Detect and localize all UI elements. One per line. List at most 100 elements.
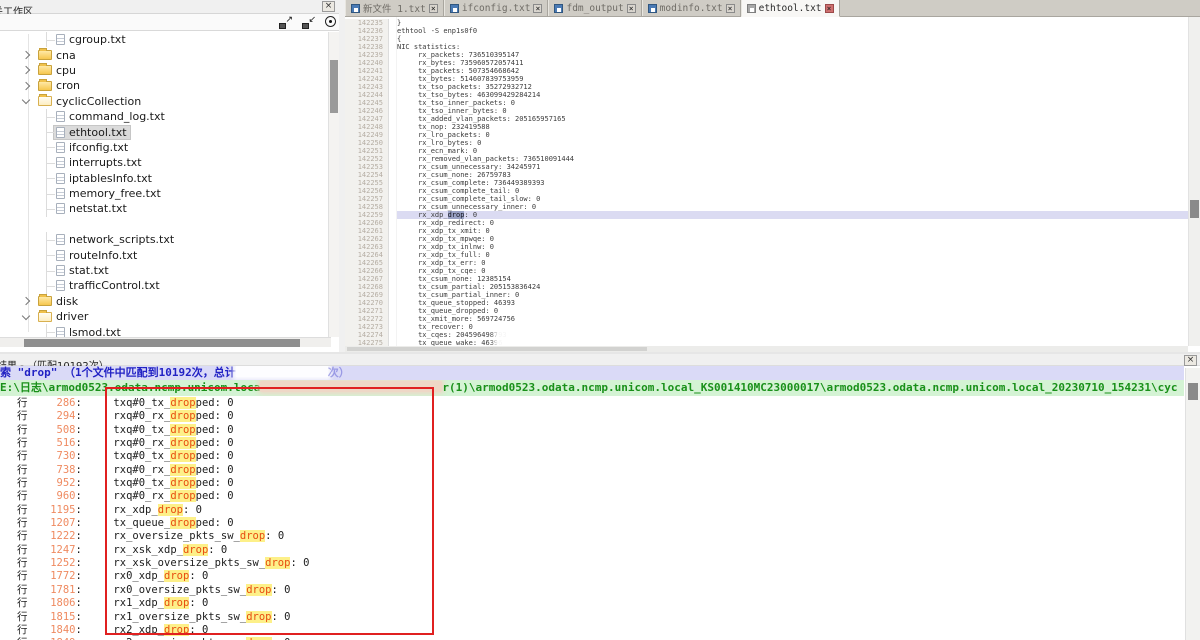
tab-ifconfig.txt[interactable]: ifconfig.txt× bbox=[444, 0, 549, 16]
code-area[interactable]: }ethtool -S enp1s0f0{NIC statistics: rx_… bbox=[397, 19, 1188, 346]
code-line: tx_csum_partial: 205153836424 bbox=[397, 283, 1188, 291]
results-vertical-scrollbar-thumb[interactable] bbox=[1188, 383, 1198, 400]
tree-vertical-scrollbar[interactable] bbox=[328, 32, 339, 337]
expand-all-icon[interactable]: ↗ bbox=[279, 16, 293, 29]
tree-item-interrupts.txt[interactable]: interrupts.txt bbox=[0, 155, 331, 170]
line-number: 142235 bbox=[345, 19, 383, 27]
code-line: rx_csum_none: 26759783 bbox=[397, 171, 1188, 179]
code-line: NIC statistics: bbox=[397, 43, 1188, 51]
tree-item-label: cna bbox=[56, 49, 76, 62]
code-line: rx_lro_bytes: 0 bbox=[397, 139, 1188, 147]
code-line: tx_xmit_more: 569724756 bbox=[397, 315, 1188, 323]
line-number: 142239 bbox=[345, 51, 383, 59]
row-line-number: 1207 bbox=[28, 517, 76, 530]
line-number: 142246 bbox=[345, 107, 383, 115]
tree-item-cron[interactable]: cron bbox=[0, 78, 331, 93]
tree-item-disk[interactable]: disk bbox=[0, 294, 331, 309]
tree-item-iptablesInfo.txt[interactable]: iptablesInfo.txt bbox=[0, 171, 331, 186]
tree-item-network_scripts.txt[interactable]: network_scripts.txt bbox=[0, 232, 331, 247]
tab-ethtool.txt[interactable]: ethtool.txt× bbox=[741, 0, 840, 17]
tree-item-cgroup.txt[interactable]: cgroup.txt bbox=[0, 32, 331, 47]
tab-close-icon[interactable]: × bbox=[533, 4, 542, 13]
tree-item-cna[interactable]: cna bbox=[0, 47, 331, 62]
line-number: 142258 bbox=[345, 203, 383, 211]
tree-item-content: cna bbox=[36, 49, 79, 62]
row-label: 行 bbox=[17, 410, 28, 423]
tree-item-cpu[interactable]: cpu bbox=[0, 63, 331, 78]
workspace-titlebar: 关工作区 × bbox=[0, 0, 339, 14]
chevron-down-icon[interactable] bbox=[22, 96, 30, 104]
code-line: tx_tso_inner_bytes: 0 bbox=[397, 107, 1188, 115]
chevron-right-icon[interactable] bbox=[22, 297, 30, 305]
tree-item-content: driver bbox=[36, 310, 91, 323]
line-number: 142248 bbox=[345, 123, 383, 131]
workspace-close-button[interactable]: × bbox=[322, 1, 335, 12]
editor[interactable]: 1422351422361422371422381422391422401422… bbox=[345, 17, 1188, 346]
tab-close-icon[interactable]: × bbox=[627, 4, 636, 13]
row-line-number: 1815 bbox=[28, 611, 76, 624]
tab-close-icon[interactable]: × bbox=[429, 4, 438, 13]
file-icon bbox=[56, 234, 65, 245]
editor-vertical-scrollbar-thumb[interactable] bbox=[1190, 200, 1199, 218]
tree-item-routeInfo.txt[interactable]: routeInfo.txt bbox=[0, 247, 331, 262]
tree-item-command_log.txt[interactable]: command_log.txt bbox=[0, 109, 331, 124]
tab-close-icon[interactable]: × bbox=[726, 4, 735, 13]
chevron-right-icon[interactable] bbox=[22, 82, 30, 90]
results-vertical-scrollbar[interactable] bbox=[1185, 368, 1200, 640]
chevron-right-icon[interactable] bbox=[22, 51, 30, 59]
code-line: rx_csum_complete: 736449389393 bbox=[397, 179, 1188, 187]
tree-horizontal-scrollbar[interactable] bbox=[0, 337, 331, 347]
tree-horizontal-scrollbar-thumb[interactable] bbox=[24, 339, 300, 347]
tree-item-driver[interactable]: driver bbox=[0, 309, 331, 324]
code-line: tx_queue_stopped: 46393 bbox=[397, 299, 1188, 307]
collapse-all-arrow: ↙ bbox=[308, 15, 316, 25]
tree-item-label: iptablesInfo.txt bbox=[69, 172, 152, 185]
tree-item-netstat.txt[interactable]: netstat.txt bbox=[0, 201, 331, 216]
tree-item-stat.txt[interactable]: stat.txt bbox=[0, 263, 331, 278]
line-number: 142253 bbox=[345, 163, 383, 171]
tree-item-cyclicCollection[interactable]: cyclicCollection bbox=[0, 94, 331, 109]
tree-item-lsmod.txt[interactable]: lsmod.txt bbox=[0, 324, 331, 337]
tree-item-ifconfig.txt[interactable]: ifconfig.txt bbox=[0, 140, 331, 155]
change-marker-column bbox=[390, 17, 397, 346]
line-number: 142247 bbox=[345, 115, 383, 123]
editor-horizontal-scrollbar-thumb[interactable] bbox=[347, 347, 647, 351]
row-line-number: 1222 bbox=[28, 530, 76, 543]
line-number: 142273 bbox=[345, 323, 383, 331]
tab-新文件 1.txt[interactable]: 新文件 1.txt× bbox=[345, 0, 444, 16]
line-number: 142254 bbox=[345, 171, 383, 179]
tree-redacted-gap bbox=[0, 217, 331, 232]
tab-fdm_output[interactable]: fdm_output× bbox=[548, 0, 641, 16]
line-number: 142249 bbox=[345, 131, 383, 139]
save-icon bbox=[648, 4, 657, 13]
editor-vertical-scrollbar[interactable] bbox=[1188, 17, 1200, 346]
save-icon bbox=[450, 4, 459, 13]
tree-item-content: stat.txt bbox=[54, 264, 112, 277]
results-header: 结果 - （匹配10192次） × bbox=[0, 352, 1200, 366]
expand-all-arrow: ↗ bbox=[285, 15, 293, 25]
tree-item-content: routeInfo.txt bbox=[54, 249, 140, 262]
tree-item-label: driver bbox=[56, 310, 88, 323]
tab-close-icon[interactable]: × bbox=[825, 4, 834, 13]
tab-modinfo.txt[interactable]: modinfo.txt× bbox=[642, 0, 741, 16]
tree-item-ethtool.txt[interactable]: ethtool.txt bbox=[0, 124, 331, 139]
tree-item-content: ifconfig.txt bbox=[54, 141, 131, 154]
row-line-number: 960 bbox=[28, 490, 76, 503]
collapse-all-icon[interactable]: ↙ bbox=[302, 16, 316, 29]
tree-item-label: interrupts.txt bbox=[69, 156, 142, 169]
tree-item-trafficControl.txt[interactable]: trafficControl.txt bbox=[0, 278, 331, 293]
code-line: tx_csum_partial_inner: 0 bbox=[397, 291, 1188, 299]
results-close-button[interactable]: × bbox=[1184, 355, 1197, 366]
row-label: 行 bbox=[17, 584, 28, 597]
chevron-right-icon[interactable] bbox=[22, 66, 30, 74]
line-number: 142257 bbox=[345, 195, 383, 203]
tree-item-memory_free.txt[interactable]: memory_free.txt bbox=[0, 186, 331, 201]
line-number: 142237 bbox=[345, 35, 383, 43]
folder-open-icon bbox=[38, 96, 52, 106]
locate-current-file-icon[interactable] bbox=[325, 16, 336, 27]
file-tree[interactable]: cgroup.txt cnacpucroncyclicCollectioncomm… bbox=[0, 32, 331, 337]
tree-vertical-scrollbar-thumb[interactable] bbox=[330, 60, 338, 113]
code-line: tx_tso_packets: 35272932712 bbox=[397, 83, 1188, 91]
chevron-down-icon[interactable] bbox=[22, 311, 30, 319]
line-number: 142238 bbox=[345, 43, 383, 51]
